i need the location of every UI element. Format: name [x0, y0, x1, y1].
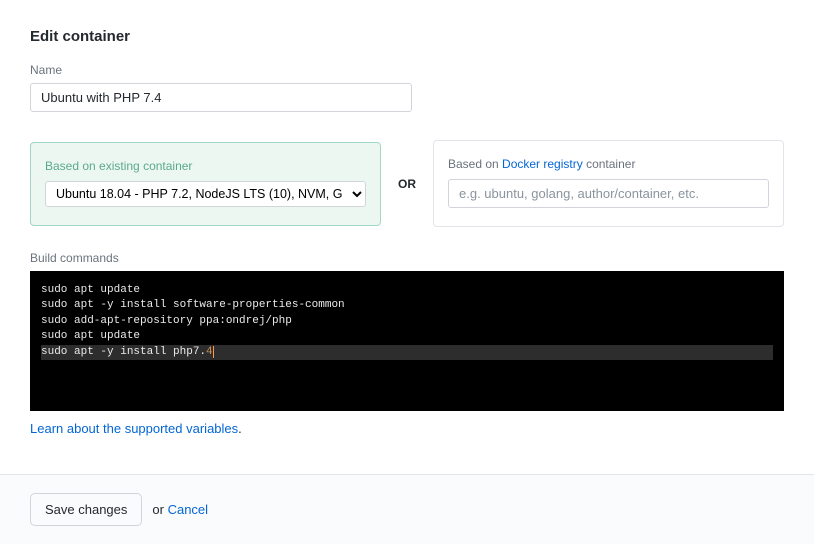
cancel-wrap: or Cancel [152, 502, 208, 517]
supported-variables-link[interactable]: Learn about the supported variables [30, 421, 238, 436]
terminal-line: sudo add-apt-repository ppa:ondrej/php [41, 314, 773, 329]
docker-registry-input[interactable] [448, 179, 769, 208]
cursor-icon [213, 346, 214, 358]
terminal-line: sudo apt update [41, 329, 773, 344]
existing-container-label: Based on existing container [45, 159, 366, 173]
terminal-line: sudo apt -y install software-properties-… [41, 298, 773, 313]
name-input[interactable] [30, 83, 412, 112]
existing-container-box: Based on existing container Ubuntu 18.04… [30, 142, 381, 226]
name-label: Name [30, 63, 784, 77]
terminal-line-active: sudo apt -y install php7.4 [41, 345, 773, 360]
docker-registry-link[interactable]: Docker registry [502, 157, 583, 171]
page-title: Edit container [30, 28, 784, 45]
footer: Save changes or Cancel [0, 474, 814, 544]
build-commands-editor[interactable]: sudo apt update sudo apt -y install soft… [30, 271, 784, 411]
docker-registry-box: Based on Docker registry container [433, 140, 784, 227]
terminal-line: sudo apt update [41, 283, 773, 298]
save-button[interactable]: Save changes [30, 493, 142, 526]
or-separator: OR [395, 177, 419, 191]
help-period: . [238, 421, 242, 436]
cancel-link[interactable]: Cancel [168, 502, 208, 517]
build-commands-label: Build commands [30, 251, 784, 265]
existing-container-select[interactable]: Ubuntu 18.04 - PHP 7.2, NodeJS LTS (10),… [45, 181, 366, 207]
docker-registry-label: Based on Docker registry container [448, 157, 769, 171]
